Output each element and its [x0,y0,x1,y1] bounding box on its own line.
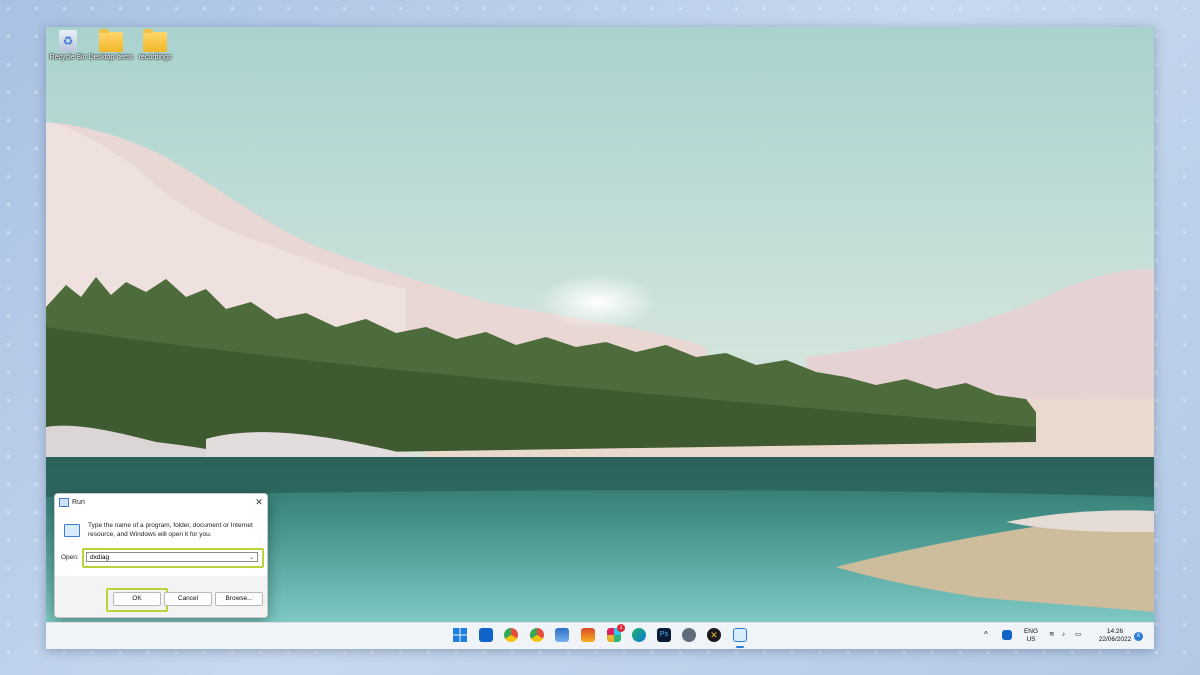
language-label: ENG [1023,628,1039,635]
ok-button[interactable]: OK [113,592,161,606]
chevron-up-icon[interactable]: ^ [984,631,988,639]
open-input-value[interactable]: dxdiag [90,554,109,561]
slack-icon[interactable]: 1 [607,624,625,642]
battery-icon[interactable]: ▭ [1075,631,1081,639]
recycle-bin-icon: ♻ [59,30,77,52]
outlook-icon[interactable] [479,628,493,642]
clock-date: 22/06/2022 [1098,636,1132,643]
office-icon[interactable] [581,628,595,642]
clock-time: 14:26 [1106,628,1124,635]
outlook-tray-icon[interactable] [1002,630,1012,640]
photoshop-icon[interactable]: Ps [657,628,671,642]
settings-icon[interactable] [682,628,696,642]
run-icon[interactable] [733,628,747,648]
cancel-button[interactable]: Cancel [164,592,212,606]
clock[interactable]: 14:26 22/06/2022 [1096,628,1134,644]
run-description: Type the name of a program, folder, docu… [88,522,253,538]
wifi-icon[interactable]: ≋ [1049,631,1054,639]
volume-icon[interactable]: ♪ [1062,631,1065,639]
desktop-icon-label: Recycle Bin [49,54,87,61]
close-icon[interactable]: ✕ [251,497,267,508]
folder-icon [99,29,123,52]
windows-start-icon[interactable] [453,628,467,642]
chevron-down-icon[interactable]: ⌄ [249,553,254,563]
folder-icon [143,29,167,52]
desktop-screen: ♻ Recycle Bin Desktop Items recordings R… [46,27,1154,649]
desktop-icon-label: recordings [138,54,172,61]
language-indicator[interactable]: ENG US [1021,628,1041,644]
edge-icon[interactable] [632,628,646,642]
slack-badge: 1 [617,624,625,632]
run-icon [59,497,69,507]
open-label: Open: [61,554,79,561]
desktop-items-folder[interactable]: Desktop Items [88,29,134,62]
run-title: Run [72,498,85,506]
chrome-icon[interactable] [504,628,518,642]
xbox-icon[interactable]: ✕ [707,628,721,642]
recordings-folder[interactable]: recordings [132,29,178,62]
active-indicator [736,646,744,648]
photos-icon[interactable] [555,628,569,642]
run-body: Type the name of a program, folder, docu… [55,510,267,576]
notification-badge[interactable]: 6 [1134,632,1143,641]
desktop-icon-label: Desktop Items [88,54,134,61]
open-field-highlight: dxdiag ⌄ [82,548,264,568]
browse-button[interactable]: Browse... [215,592,263,606]
run-titlebar[interactable]: Run ✕ [55,494,267,510]
run-dialog: Run ✕ Type the name of a program, folder… [54,493,268,618]
run-footer: OK Cancel Browse... [55,576,267,617]
chrome-canary-icon[interactable] [530,628,544,642]
open-combobox[interactable]: dxdiag ⌄ [86,552,258,562]
recycle-bin-shortcut[interactable]: ♻ Recycle Bin [46,30,91,62]
taskbar: 1 Ps ✕ ^ ENG US ≋ ♪ ▭ 14:26 22/06/2022 6 [46,622,1154,649]
run-window-icon [64,524,80,537]
region-label: US [1026,636,1036,643]
